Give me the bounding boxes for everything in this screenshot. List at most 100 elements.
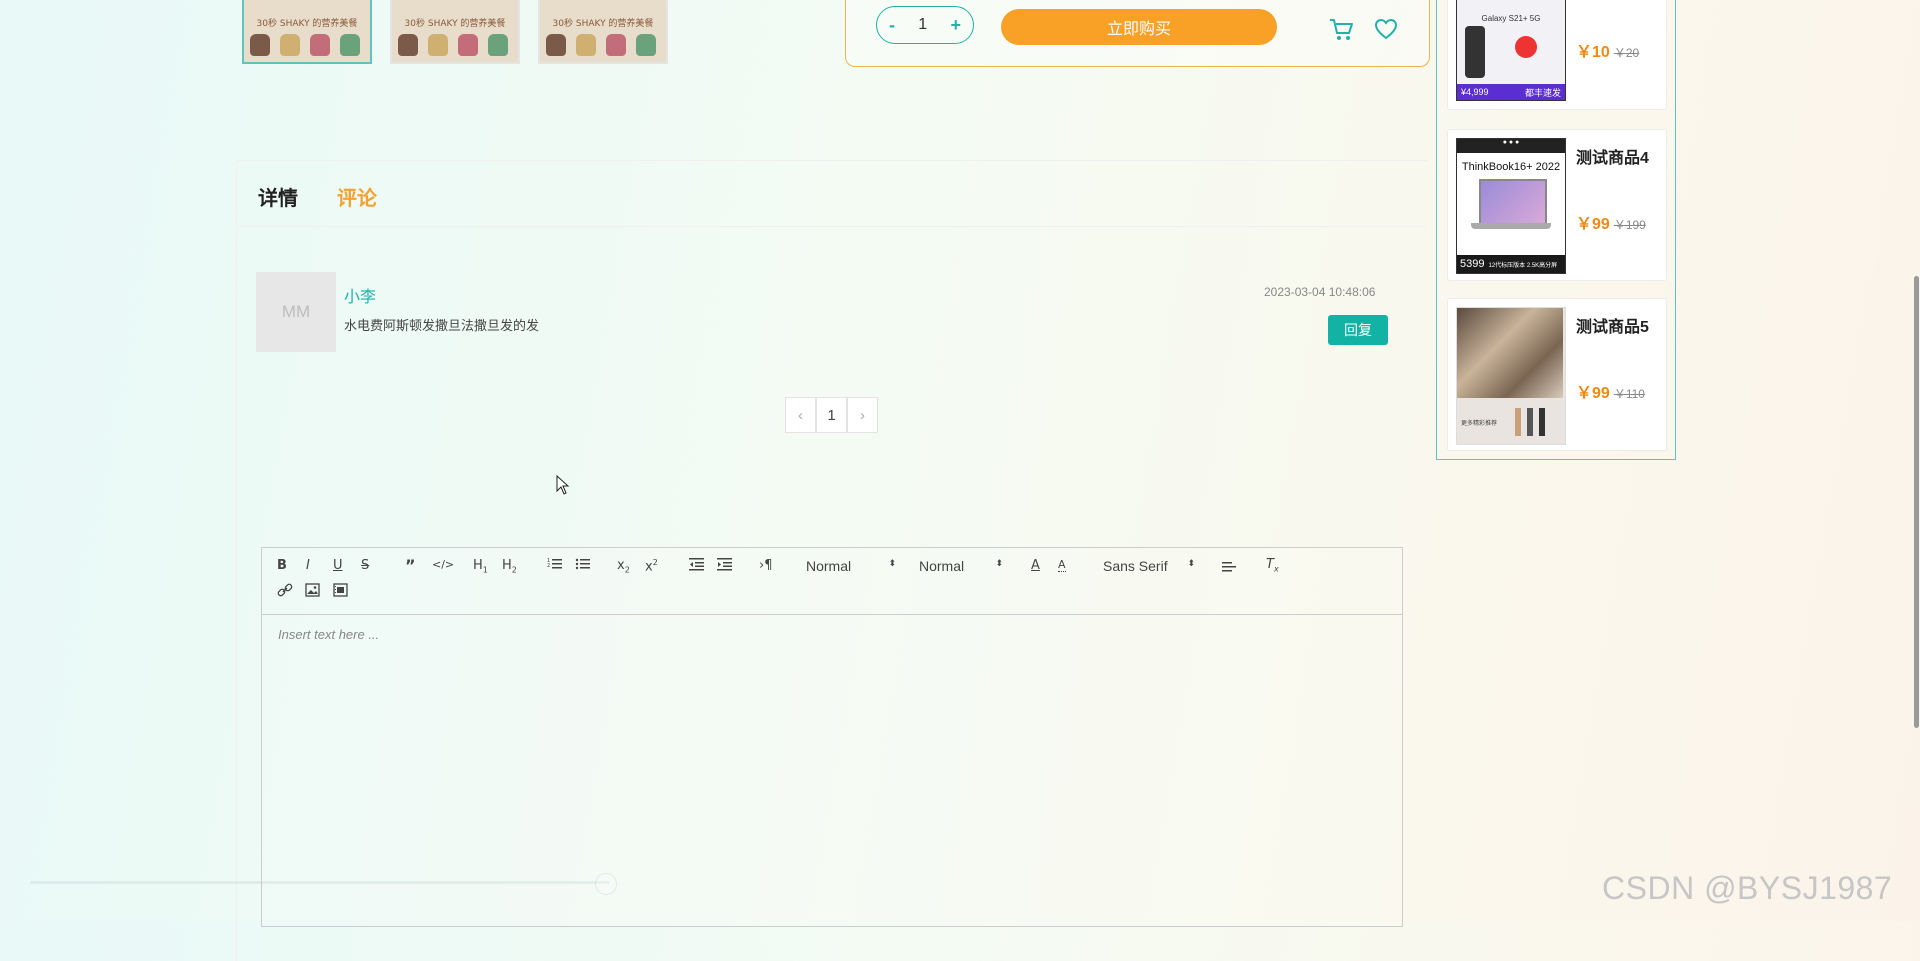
product-image-tag: 12代标压版本 2.5K高分屏 [1488, 262, 1558, 269]
code-block-icon[interactable]: </> [432, 558, 454, 571]
favorite-heart-icon[interactable] [1374, 18, 1398, 45]
product-image-caption: Galaxy S21+ 5G [1481, 14, 1541, 23]
product-image-footer: 5399 12代标压版本 2.5K高分屏 [1457, 255, 1565, 273]
product-image-footer: ¥4,999 都丰速发 [1457, 84, 1565, 100]
svg-text:2: 2 [547, 563, 550, 569]
product-original-price: ￥199 [1613, 218, 1646, 232]
product-price-value: ￥10 [1576, 44, 1610, 61]
product-card-2[interactable]: ● ● ● ThinkBook16+ 2022 5399 12代标压版本 2.5… [1447, 129, 1667, 281]
product-original-price: ￥110 [1613, 387, 1645, 401]
image-icon[interactable] [305, 583, 320, 601]
editor-input[interactable]: Insert text here ... [278, 627, 379, 642]
strap-image [1539, 408, 1545, 436]
product-price: ￥10 ￥20 [1576, 38, 1639, 62]
jar-image [488, 34, 508, 56]
clear-format-icon[interactable]: Tx [1266, 557, 1279, 574]
product-price-value: ￥99 [1576, 385, 1610, 402]
ordered-list-icon[interactable]: 12 [547, 557, 563, 575]
comment-username[interactable]: 小李 [344, 283, 376, 307]
jar-image [458, 34, 478, 56]
strap-image [1527, 408, 1533, 436]
jar-image [280, 34, 300, 56]
product-name[interactable]: 测试商品5 [1576, 313, 1649, 337]
jar-image [428, 34, 448, 56]
thumbnail-banner: 30秒 SHAKY 的营养美餐 [256, 19, 358, 29]
sale-badge-icon [1515, 36, 1537, 58]
increase-button[interactable]: + [950, 15, 961, 36]
avatar: MM [256, 272, 336, 352]
product-original-price: ￥20 [1613, 46, 1640, 60]
slider-handle[interactable] [595, 873, 617, 895]
bold-icon[interactable]: B [277, 558, 287, 573]
tab-bar [236, 160, 1426, 227]
size-select-value: Normal [919, 558, 965, 574]
select-arrow-icon: ⬍ [1187, 558, 1195, 568]
bullet-list-icon[interactable] [575, 557, 591, 575]
superscript-icon[interactable]: x2 [645, 558, 658, 574]
tab-details[interactable]: 详情 [258, 182, 298, 211]
pagination-prev[interactable]: ‹ [785, 397, 816, 433]
size-select[interactable]: Normal ⬍ [919, 558, 1003, 574]
thumbnail-3[interactable]: 30秒 SHAKY 的营养美餐 [538, 0, 668, 64]
product-price: ￥99 ￥110 [1576, 379, 1645, 403]
product-image: 更多精彩推荐 [1456, 307, 1566, 445]
video-icon[interactable] [333, 583, 348, 601]
header-1-icon[interactable]: H1 [473, 558, 488, 575]
header-select[interactable]: Normal ⬍ [806, 558, 896, 574]
slider-track[interactable] [30, 881, 610, 884]
watermark: CSDN @BYSJ1987 [1602, 870, 1893, 906]
blockquote-icon[interactable]: ” [405, 556, 416, 575]
product-card-3[interactable]: 更多精彩推荐 测试商品5 ￥99 ￥110 [1447, 298, 1667, 451]
select-arrow-icon: ⬍ [888, 558, 896, 568]
buy-now-button[interactable]: 立即购买 [1001, 9, 1277, 45]
header-select-value: Normal [806, 558, 852, 574]
decrease-button[interactable]: - [889, 15, 895, 36]
laptop-image [1479, 179, 1547, 225]
laptop-base [1471, 223, 1551, 229]
underline-icon[interactable]: U [333, 558, 343, 573]
subscript-icon[interactable]: x2 [617, 558, 630, 575]
thumbnail-banner: 30秒 SHAKY 的营养美餐 [404, 19, 506, 29]
strap-image [1515, 408, 1521, 436]
comment-text: 水电费阿斯顿发撒旦法撒旦发的发 [344, 318, 540, 333]
product-image: ● ● ● ThinkBook16+ 2022 5399 12代标压版本 2.5… [1456, 138, 1566, 274]
jar-image [576, 34, 596, 56]
font-select[interactable]: Sans Serif ⬍ [1103, 558, 1195, 574]
product-card-1[interactable]: Galaxy S21+ 5G ¥4,999 都丰速发 ￥10 ￥20 [1447, 0, 1667, 110]
header-2-icon[interactable]: H2 [502, 558, 517, 575]
font-color-icon[interactable]: A [1031, 558, 1040, 573]
quantity-value[interactable]: 1 [918, 16, 927, 34]
jar-image [636, 34, 656, 56]
text-direction-icon[interactable]: ›¶ [759, 558, 772, 573]
product-image-caption: 更多精彩推荐 [1461, 421, 1498, 427]
cart-icon[interactable] [1327, 15, 1355, 48]
phone-image [1465, 26, 1485, 78]
thumbnail-2[interactable]: 30秒 SHAKY 的营养美餐 [390, 0, 520, 64]
product-image-price: ¥4,999 [1461, 87, 1489, 97]
strikethrough-icon[interactable]: S [361, 558, 369, 573]
jar-image [310, 34, 330, 56]
jar-image [250, 34, 270, 56]
thumbnail-banner: 30秒 SHAKY 的营养美餐 [552, 19, 654, 29]
product-name[interactable]: 测试商品4 [1576, 144, 1649, 168]
align-icon[interactable] [1222, 559, 1238, 577]
link-icon[interactable] [277, 583, 293, 601]
scrollbar-thumb[interactable] [1914, 276, 1919, 728]
product-image-tag: 都丰速发 [1524, 87, 1561, 98]
pagination-page-1[interactable]: 1 [816, 397, 847, 433]
thumbnail-1[interactable]: 30秒 SHAKY 的营养美餐 [242, 0, 372, 64]
tab-comments[interactable]: 评论 [337, 182, 377, 211]
quantity-stepper[interactable]: - 1 + [876, 6, 974, 44]
jar-image [606, 34, 626, 56]
reply-button[interactable]: 回复 [1328, 315, 1388, 345]
italic-icon[interactable]: I [306, 558, 310, 573]
outdent-icon[interactable] [689, 557, 705, 575]
jar-image [340, 34, 360, 56]
product-price: ￥99 ￥199 [1576, 210, 1646, 234]
jar-image [546, 34, 566, 56]
comment-timestamp: 2023-03-04 10:48:06 [1264, 285, 1376, 299]
product-image-price: 5399 [1460, 258, 1485, 270]
pagination-next[interactable]: › [847, 397, 878, 433]
indent-icon[interactable] [717, 557, 733, 575]
background-color-icon[interactable]: A [1058, 558, 1066, 572]
